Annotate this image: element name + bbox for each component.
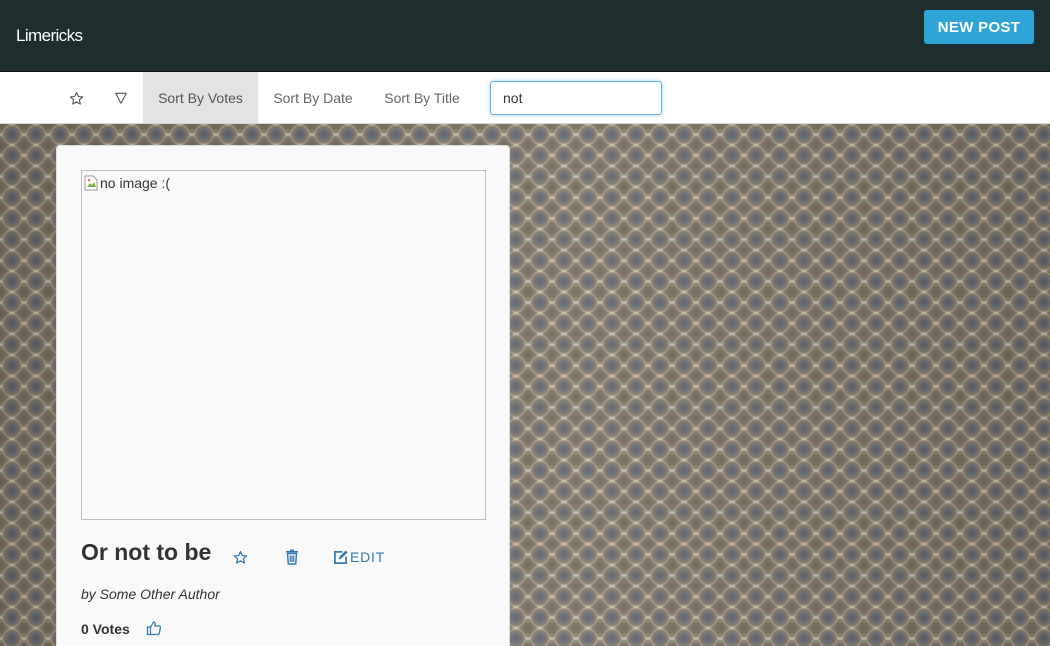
sort-by-votes-tab[interactable]: Sort By Votes xyxy=(143,72,258,123)
post-author: by Some Other Author xyxy=(81,586,220,602)
favorite-button[interactable] xyxy=(233,546,248,568)
edit-button[interactable]: EDIT xyxy=(333,546,385,568)
brand-title[interactable]: Limericks xyxy=(16,26,83,46)
image-alt-text: no image :( xyxy=(100,175,171,191)
post-image: no image :( xyxy=(81,170,486,520)
broken-image-placeholder: no image :( xyxy=(84,175,170,191)
thumbs-up-icon xyxy=(146,621,162,636)
broken-image-icon xyxy=(84,175,98,191)
upvote-button[interactable] xyxy=(146,620,162,641)
sort-by-date-tab[interactable]: Sort By Date xyxy=(258,72,368,123)
trash-icon xyxy=(286,549,298,565)
star-outline-icon xyxy=(233,550,248,564)
vote-count: 0 Votes xyxy=(81,621,130,637)
sort-by-title-tab[interactable]: Sort By Title xyxy=(368,72,476,123)
edit-label: EDIT xyxy=(350,549,386,565)
top-navbar: Limericks NEW POST xyxy=(0,0,1050,72)
filter-triangle-icon[interactable] xyxy=(106,72,136,124)
star-outline-icon[interactable] xyxy=(61,72,91,124)
delete-button[interactable] xyxy=(285,546,299,568)
search-input[interactable] xyxy=(490,81,662,115)
post-card: no image :( Or not to be EDIT by Some Ot… xyxy=(56,145,510,646)
new-post-button[interactable]: NEW POST xyxy=(924,10,1034,44)
post-title: Or not to be xyxy=(81,539,212,565)
edit-icon xyxy=(334,549,348,564)
sort-toolbar: Sort By Votes Sort By Date Sort By Title xyxy=(0,72,1050,124)
